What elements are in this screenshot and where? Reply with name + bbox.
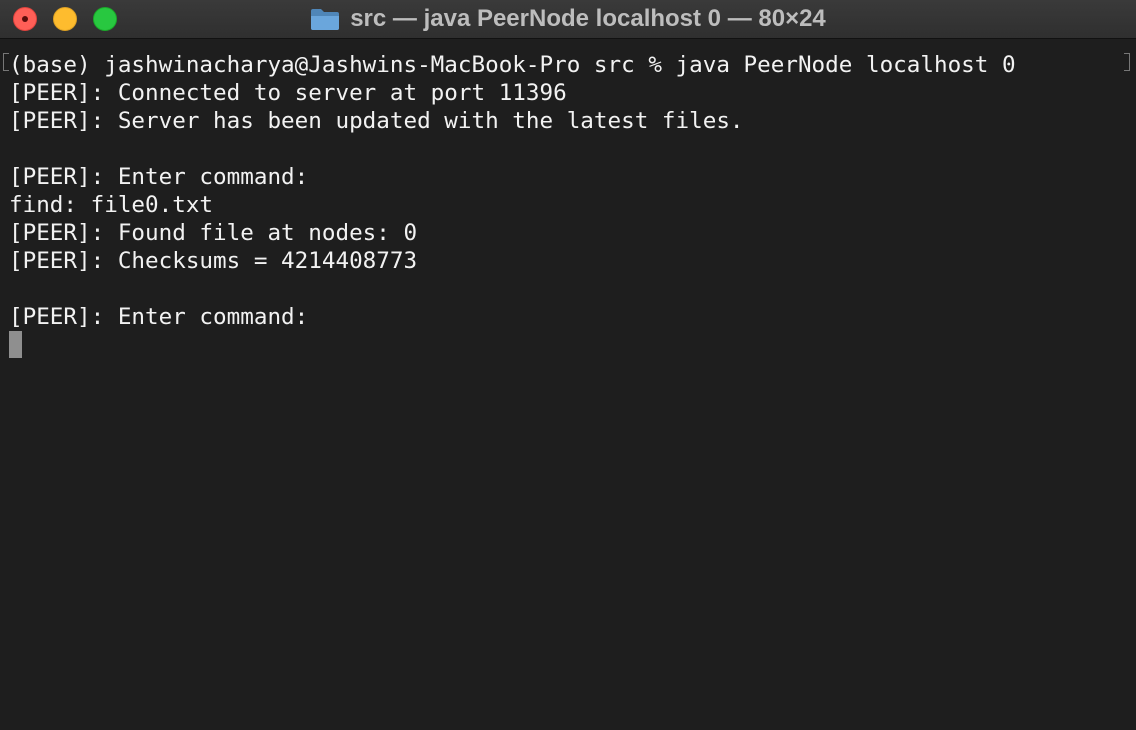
- input-line[interactable]: [9, 331, 1016, 359]
- folder-icon: [311, 9, 340, 30]
- terminal-line: [PEER]: Enter command:: [9, 304, 309, 330]
- text-cursor: [9, 331, 22, 358]
- terminal-line: [PEER]: Connected to server at port 1139…: [9, 80, 567, 106]
- terminal-line: [PEER]: Enter command:: [9, 164, 309, 190]
- terminal-line: [PEER]: Found file at nodes: 0: [9, 220, 418, 246]
- terminal-line: find: file0.txt: [9, 192, 214, 218]
- terminal-output: (base) jashwinacharya@Jashwins-MacBook-P…: [9, 51, 1016, 359]
- title-bar[interactable]: src — java PeerNode localhost 0 — 80×24: [0, 0, 1136, 39]
- scroll-mark-right: [1124, 53, 1130, 71]
- terminal-body[interactable]: (base) jashwinacharya@Jashwins-MacBook-P…: [0, 39, 1136, 730]
- terminal-line: (base) jashwinacharya@Jashwins-MacBook-P…: [9, 52, 1016, 78]
- terminal-line: [PEER]: Checksums = 4214408773: [9, 248, 418, 274]
- terminal-line: [PEER]: Server has been updated with the…: [9, 108, 744, 134]
- window-title: src — java PeerNode localhost 0 — 80×24: [350, 5, 826, 32]
- terminal-window: src — java PeerNode localhost 0 — 80×24 …: [0, 0, 1136, 730]
- window-title-area: src — java PeerNode localhost 0 — 80×24: [0, 0, 1136, 38]
